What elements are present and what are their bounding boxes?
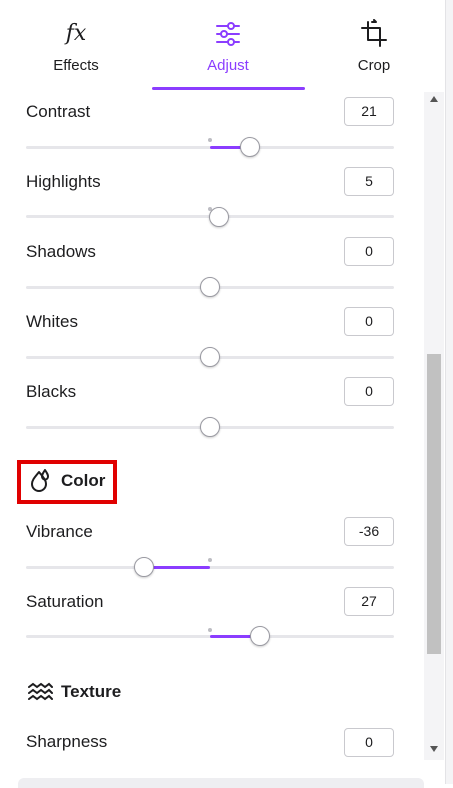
texture-section-title: Texture [61, 682, 122, 701]
tab-effects[interactable]: fx Effects [0, 0, 152, 90]
vibrance-slider-fill [145, 566, 210, 569]
bottom-panel-edge [18, 778, 424, 788]
whites-value-input[interactable]: 0 [344, 307, 394, 336]
whites-label: Whites [26, 312, 78, 331]
vibrance-slider-center-mark [208, 558, 212, 562]
contrast-slider-center-mark [208, 138, 212, 142]
tab-effects-label: Effects [53, 57, 99, 74]
blacks-label: Blacks [26, 382, 77, 401]
saturation-slider-center-mark [208, 628, 212, 632]
adjust-panel: Contrast 21 Highlights 5 Shadows 0 White… [0, 92, 424, 760]
shadows-value-input[interactable]: 0 [344, 237, 394, 266]
tab-bar: fx Effects Adjust Crop [0, 0, 445, 92]
vibrance-value-input[interactable]: -36 [344, 517, 394, 546]
panel-scrollbar[interactable] [424, 92, 444, 760]
vibrance-slider[interactable] [26, 566, 394, 569]
scrollbar-thumb[interactable] [427, 354, 441, 654]
contrast-slider-handle[interactable] [240, 137, 260, 157]
fx-icon: fx [65, 21, 87, 46]
color-section-title: Color [61, 471, 106, 490]
highlights-slider-handle[interactable] [209, 207, 229, 227]
window-edge [445, 0, 453, 784]
tab-adjust[interactable]: Adjust [152, 0, 304, 90]
sharpness-value-input[interactable]: 0 [344, 728, 394, 757]
scroll-up-arrow-icon[interactable] [430, 96, 438, 102]
active-tab-indicator [152, 87, 305, 90]
shadows-slider-handle[interactable] [200, 277, 220, 297]
whites-slider-handle[interactable] [200, 347, 220, 367]
vibrance-label: Vibrance [26, 522, 93, 541]
crop-icon [361, 19, 387, 47]
saturation-slider-handle[interactable] [250, 626, 270, 646]
blacks-value-input[interactable]: 0 [344, 377, 394, 406]
tab-crop-label: Crop [357, 57, 391, 74]
tab-crop[interactable]: Crop [298, 0, 450, 90]
sharpness-label: Sharpness [26, 732, 108, 751]
vibrance-slider-handle[interactable] [134, 557, 154, 577]
highlights-value-input[interactable]: 5 [344, 167, 394, 196]
contrast-label: Contrast [26, 102, 91, 121]
shadows-label: Shadows [26, 242, 96, 261]
droplets-icon [31, 469, 49, 492]
saturation-value-input[interactable]: 27 [344, 587, 394, 616]
tab-adjust-label: Adjust [207, 57, 249, 74]
saturation-label: Saturation [26, 592, 104, 611]
blacks-slider-handle[interactable] [200, 417, 220, 437]
scroll-down-arrow-icon[interactable] [430, 746, 438, 752]
contrast-value-input[interactable]: 21 [344, 97, 394, 126]
highlights-label: Highlights [26, 172, 101, 191]
waves-icon [28, 682, 53, 701]
sliders-icon [216, 22, 240, 46]
